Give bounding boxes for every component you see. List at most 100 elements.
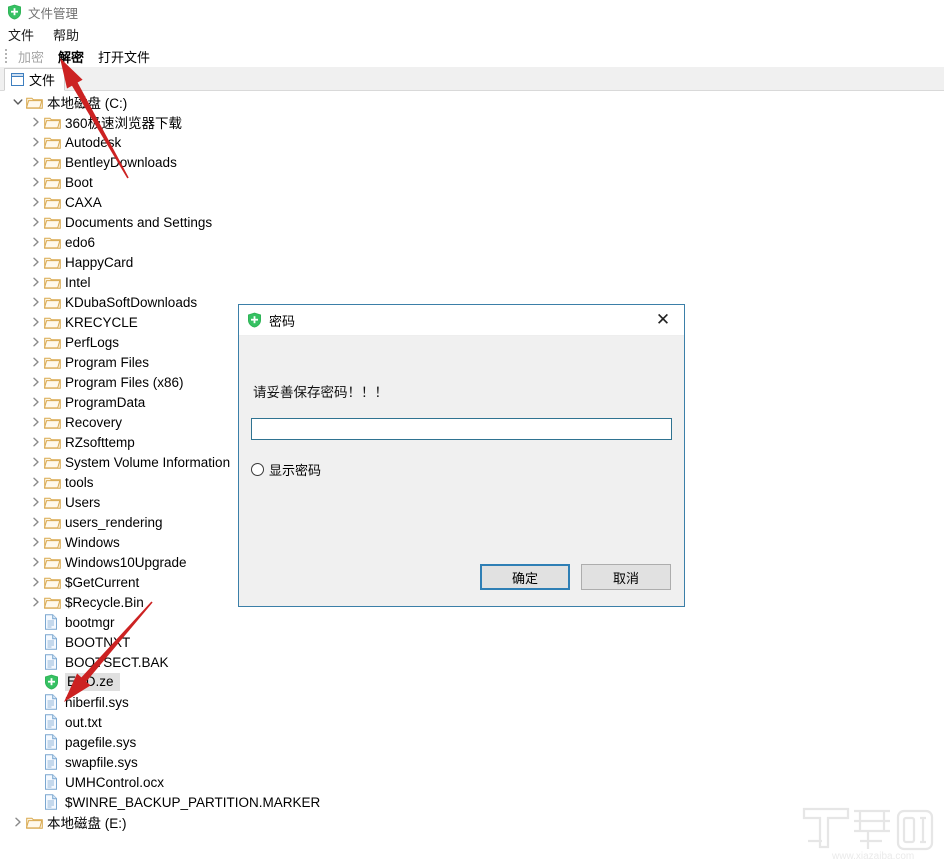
menubar: 文件 帮助 [0, 24, 944, 45]
tree-item-label: BOOTNXT [65, 634, 131, 650]
chevron-right-icon[interactable] [28, 392, 44, 412]
chevron-right-icon[interactable] [28, 292, 44, 312]
tree-item-label: BOOTSECT.BAK [65, 654, 169, 670]
folder-icon [44, 514, 62, 530]
tab-files-label: 文件 [29, 73, 56, 88]
toolbar-grip-handle[interactable] [3, 48, 9, 64]
toolbar: 加密 解密 打开文件 [0, 45, 944, 67]
menu-file[interactable]: 文件 [8, 25, 43, 44]
file-icon [44, 754, 62, 770]
chevron-right-icon[interactable] [28, 212, 44, 232]
chevron-right-icon[interactable] [28, 552, 44, 572]
tree-item[interactable]: BentleyDownloads [0, 152, 944, 172]
close-icon[interactable]: ✕ [642, 305, 684, 335]
tree-item-label: CAXA [65, 194, 102, 210]
chevron-right-icon[interactable] [28, 272, 44, 292]
dialog-body: 请妥善保存密码！！！ 显示密码 确定 取消 [239, 336, 684, 607]
tree-item[interactable]: Autodesk [0, 132, 944, 152]
tree-item[interactable]: CAXA [0, 192, 944, 212]
password-dialog: 密码 ✕ 请妥善保存密码！！！ 显示密码 确定 取消 [238, 304, 685, 607]
dialog-titlebar: 密码 ✕ [239, 305, 684, 336]
chevron-right-icon[interactable] [28, 432, 44, 452]
decrypt-button[interactable]: 解密 [51, 47, 91, 66]
chevron-right-icon[interactable] [28, 132, 44, 152]
chevron-right-icon[interactable] [28, 512, 44, 532]
chevron-right-icon[interactable] [28, 412, 44, 432]
tree-item-label: swapfile.sys [65, 754, 138, 770]
folder-icon [44, 294, 62, 310]
chevron-right-icon[interactable] [28, 152, 44, 172]
tree-item[interactable]: bootmgr [0, 612, 944, 632]
tree-item-label: pagefile.sys [65, 734, 137, 750]
dialog-button-row: 确定 取消 [480, 564, 671, 590]
chevron-right-icon[interactable] [28, 532, 44, 552]
show-password-radio[interactable] [251, 463, 264, 476]
file-icon [44, 794, 62, 810]
tree-item[interactable]: END.ze [0, 672, 944, 692]
tree-item[interactable]: 360极速浏览器下载 [0, 112, 944, 132]
tree-item[interactable]: BOOTNXT [0, 632, 944, 652]
tree-item[interactable]: Boot [0, 172, 944, 192]
folder-icon [44, 314, 62, 330]
cancel-button[interactable]: 取消 [581, 564, 671, 590]
show-password-radio-row[interactable]: 显示密码 [251, 460, 321, 479]
chevron-right-icon[interactable] [28, 472, 44, 492]
tree-item[interactable]: HappyCard [0, 252, 944, 272]
tree-item[interactable]: edo6 [0, 232, 944, 252]
tree-item[interactable]: hiberfil.sys [0, 692, 944, 712]
tree-item-label: Autodesk [65, 134, 122, 150]
open-file-button[interactable]: 打开文件 [91, 47, 157, 66]
chevron-right-icon[interactable] [28, 452, 44, 472]
ok-button[interactable]: 确定 [480, 564, 570, 590]
tree-item[interactable]: swapfile.sys [0, 752, 944, 772]
window-icon [11, 73, 24, 86]
folder-icon [26, 814, 44, 830]
folder-icon [44, 474, 62, 490]
tree-item[interactable]: 本地磁盘 (C:) [0, 92, 944, 112]
chevron-right-icon[interactable] [28, 572, 44, 592]
tree-item-label: hiberfil.sys [65, 694, 129, 710]
tree-item-label: UMHControl.ocx [65, 774, 165, 790]
tree-item[interactable]: out.txt [0, 712, 944, 732]
chevron-right-icon[interactable] [10, 812, 26, 832]
dialog-warning-text: 请妥善保存密码！！！ [253, 385, 388, 400]
folder-icon [44, 554, 62, 570]
chevron-down-icon[interactable] [10, 92, 26, 112]
chevron-right-icon[interactable] [28, 232, 44, 252]
tree-item[interactable]: BOOTSECT.BAK [0, 652, 944, 672]
tree-item[interactable]: Documents and Settings [0, 212, 944, 232]
folder-icon [44, 594, 62, 610]
tree-item-label: Documents and Settings [65, 214, 213, 230]
tree-item[interactable]: pagefile.sys [0, 732, 944, 752]
tree-item-label: Program Files [65, 354, 150, 370]
folder-icon [44, 494, 62, 510]
menu-help[interactable]: 帮助 [53, 25, 88, 44]
green-shield-plus-icon [247, 312, 262, 328]
tree-item[interactable]: UMHControl.ocx [0, 772, 944, 792]
chevron-right-icon[interactable] [28, 112, 44, 132]
chevron-right-icon[interactable] [28, 372, 44, 392]
site-watermark: www.xiazaiba.com [798, 801, 938, 863]
chevron-right-icon[interactable] [28, 592, 44, 612]
chevron-right-icon[interactable] [28, 252, 44, 272]
tree-item-label: Intel [65, 274, 91, 290]
tree-item-label: out.txt [65, 714, 102, 730]
tab-files[interactable]: 文件 [4, 68, 66, 91]
tree-item[interactable]: Intel [0, 272, 944, 292]
chevron-right-icon[interactable] [28, 172, 44, 192]
chevron-right-icon[interactable] [28, 492, 44, 512]
folder-icon [44, 334, 62, 350]
password-input[interactable] [251, 418, 672, 440]
folder-icon [44, 434, 62, 450]
tree-item-label: Users [65, 494, 101, 510]
chevron-right-icon[interactable] [28, 312, 44, 332]
chevron-right-icon[interactable] [28, 192, 44, 212]
chevron-right-icon[interactable] [28, 332, 44, 352]
chevron-right-icon[interactable] [28, 352, 44, 372]
tree-item-label: tools [65, 474, 94, 490]
folder-icon [44, 214, 62, 230]
